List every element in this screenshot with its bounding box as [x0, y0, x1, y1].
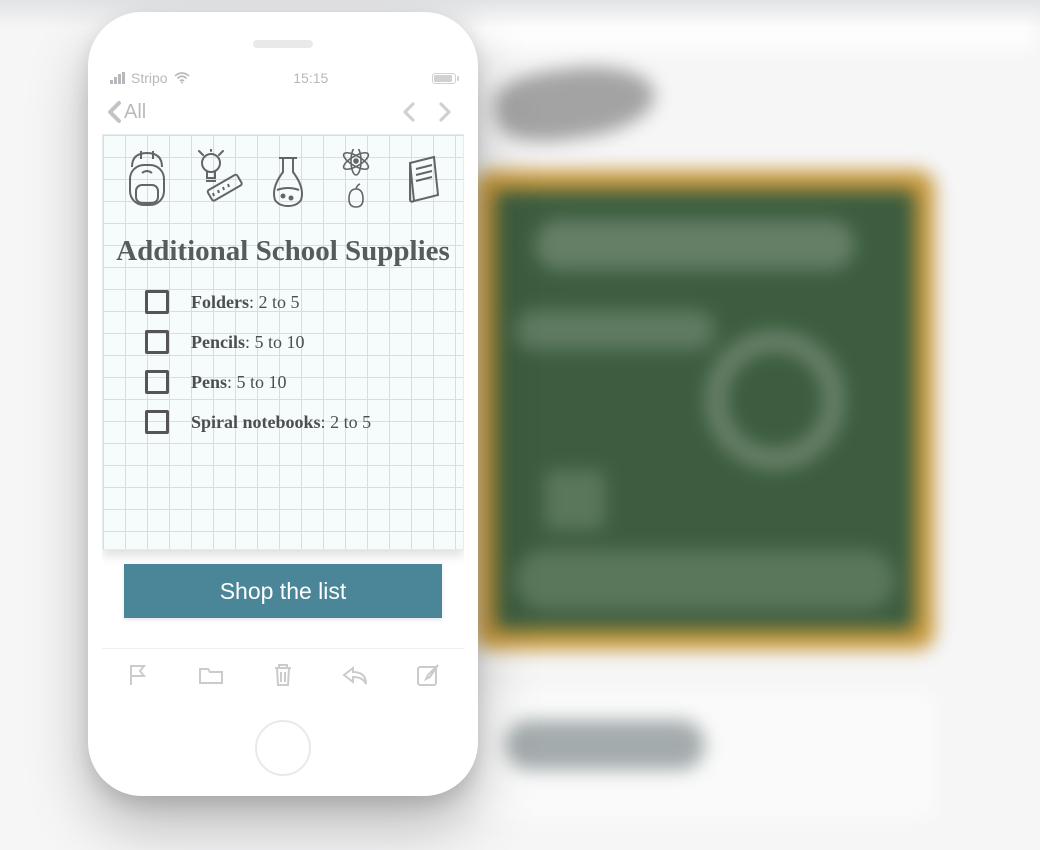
list-item-label: Pens: 5 to 10 [191, 372, 287, 393]
bulb-ruler-icon [193, 149, 243, 211]
list-item-label: Folders: 2 to 5 [191, 292, 300, 313]
battery-icon [432, 73, 456, 84]
phone-speaker [253, 40, 313, 48]
prev-message-button[interactable] [400, 99, 418, 125]
phone-mockup: Stripo 15:15 All [88, 12, 478, 796]
list-item: Pens: 5 to 10 [145, 362, 463, 402]
checkbox-icon[interactable] [145, 410, 169, 434]
list-item: Spiral notebooks: 2 to 5 [145, 402, 463, 442]
book-icon [400, 151, 444, 209]
compose-button[interactable] [415, 662, 441, 688]
backpack-icon [122, 149, 172, 211]
list-item-label: Spiral notebooks: 2 to 5 [191, 412, 371, 433]
phone-screen: Stripo 15:15 All [102, 64, 464, 700]
email-body[interactable]: Additional School Supplies Folders: 2 to… [102, 134, 464, 648]
signal-icon [110, 72, 125, 84]
background-preview [475, 0, 1035, 850]
mail-toolbar [102, 648, 464, 700]
checkbox-icon[interactable] [145, 290, 169, 314]
flask-icon [265, 150, 311, 210]
note-title: Additional School Supplies [111, 235, 455, 268]
chevron-left-icon [104, 98, 126, 126]
checklist: Folders: 2 to 5 Pencils: 5 to 10 Pens: 5… [103, 278, 463, 442]
notepaper-card: Additional School Supplies Folders: 2 to… [102, 134, 464, 550]
trash-button[interactable] [271, 662, 295, 688]
wifi-icon [174, 72, 190, 84]
checkbox-icon[interactable] [145, 370, 169, 394]
back-button[interactable]: All [104, 98, 146, 126]
carrier-label: Stripo [131, 70, 168, 86]
shop-the-list-button[interactable]: Shop the list [124, 564, 442, 618]
folder-button[interactable] [197, 663, 225, 687]
list-item: Pencils: 5 to 10 [145, 322, 463, 362]
mail-nav: All [102, 90, 464, 134]
back-label: All [124, 101, 146, 124]
checkbox-icon[interactable] [145, 330, 169, 354]
shop-button-label: Shop the list [220, 578, 347, 605]
list-item-label: Pencils: 5 to 10 [191, 332, 305, 353]
status-bar: Stripo 15:15 [102, 64, 464, 90]
doodle-row [103, 135, 463, 215]
clock-label: 15:15 [293, 70, 328, 86]
home-button[interactable] [255, 720, 311, 776]
flag-button[interactable] [125, 662, 151, 688]
next-message-button[interactable] [436, 99, 454, 125]
list-item: Folders: 2 to 5 [145, 282, 463, 322]
atom-apple-icon [333, 149, 379, 211]
reply-button[interactable] [341, 664, 369, 686]
